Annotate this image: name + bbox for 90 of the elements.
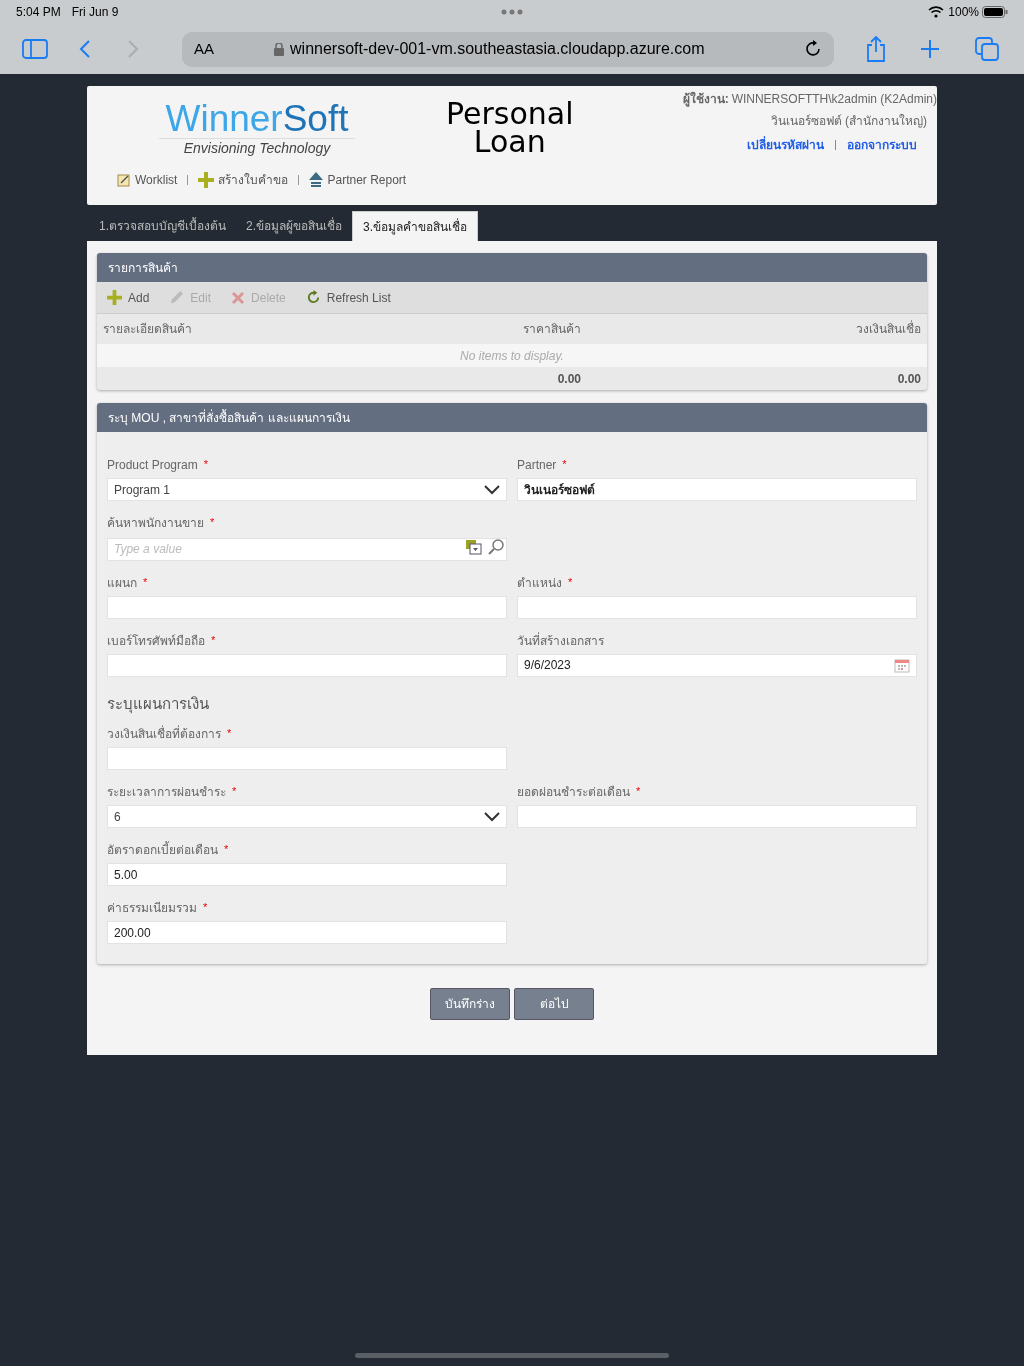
required-mark: * [143,574,148,590]
more-dots-icon [501,9,524,15]
search-icon[interactable] [487,538,505,556]
field-label: แผนก [107,574,137,592]
step-tab[interactable]: 2.ข้อมูลผู้ขอสินเชื่อ [236,211,353,241]
plus-icon [107,290,122,305]
field-label: ค่าธรรมเนียมรวม [107,900,197,917]
chevron-down-icon [484,484,500,495]
field-label: ตำแหน่ง [517,574,562,592]
text-field[interactable] [107,653,507,677]
required-mark: * [210,515,215,530]
required-mark: * [227,726,232,741]
reload-icon[interactable] [804,40,822,58]
share-icon[interactable] [866,36,886,62]
column-header: ราคาสินค้า [522,321,581,338]
dropdown-field[interactable]: 6 [107,805,507,828]
user-label: ผู้ใช้งาน: [682,91,729,107]
chevron-down-icon [484,811,500,822]
lock-icon [274,42,284,56]
text-field[interactable]: วินเนอร์ซอฟต์ [517,478,917,501]
close-icon [231,290,246,305]
lookup-field[interactable]: Type a value [107,537,507,561]
text-field[interactable] [107,595,507,619]
battery-icon [982,6,1008,18]
total-cell-text: 0.00 [896,370,921,388]
header-link[interactable]: เปลี่ยนรหัสผ่าน [747,136,824,154]
text-field[interactable]: 5.00 [107,863,507,886]
list-picker-icon[interactable] [465,539,483,555]
branch-name: วินเนอร์ซอฟต์ (สำนักงานใหญ่) [770,113,928,130]
address-bar[interactable]: AA winnersoft-dev-001-vm.southeastasia.cloudapp.azure.com [182,31,834,67]
required-mark: * [562,457,567,472]
text-field[interactable] [517,805,917,828]
nav-link[interactable]: Worklist [117,171,178,189]
required-mark: * [211,632,216,648]
tabs-icon[interactable] [975,37,999,61]
field-label: Partner [517,457,557,474]
back-icon[interactable] [78,39,92,59]
required-mark: * [568,574,573,590]
notepad-icon [117,173,131,187]
column-header: รายละเอียดสินค้า [103,321,193,338]
toolbar-button[interactable]: Add [107,288,150,307]
required-mark: * [636,784,641,799]
field-label: วงเงินสินเชื่อที่ต้องการ [107,725,221,743]
required-mark: * [232,784,237,799]
empty-message: No items to display. [460,347,564,365]
field-label: Product Program [107,457,198,474]
text-size-button[interactable]: AA [194,37,214,61]
panel-title: ระบุ MOU , สาขาที่สั่งซื้อสินค้า และแผนการเงิน [108,408,350,427]
nav-link[interactable]: Partner Report [309,171,407,189]
required-mark: * [203,900,208,915]
field-label: ระยะเวลาการผ่อนชำระ [107,784,226,801]
sidebar-icon[interactable] [22,39,48,59]
required-mark: * [224,842,229,857]
field-label: อัตราดอกเบี้ยต่อเดือน [107,841,218,859]
refresh-icon [305,290,321,305]
dropdown-field[interactable]: Program 1 [107,478,507,501]
action-button[interactable]: ต่อไป [514,988,594,1020]
nav-link[interactable]: สร้างใบคำขอ [198,171,289,189]
field-label: ยอดผ่อนชำระต่อเดือน [517,784,630,801]
plus-icon[interactable] [920,39,940,59]
pencil-icon [169,290,185,305]
step-tab[interactable]: 3.ข้อมูลคำขอสินเชื่อ [352,211,479,241]
logo: WinnerSoft Envisioning Technology [159,100,355,157]
calendar-icon[interactable] [894,657,910,673]
user-name: WINNERSOFTTH\k2admin (K2Admin) [731,91,937,107]
panel-title: รายการสินค้า [108,259,178,277]
field-label: วันที่สร้างเอกสาร [517,631,604,650]
total-cell-text: 0.00 [556,370,581,388]
forward-icon[interactable] [126,39,140,59]
header-link[interactable]: ออกจากระบบ [847,136,917,154]
status-time: 5:04 PM [16,4,61,21]
section-heading: ระบุแผนการเงิน [107,693,210,715]
step-tab[interactable]: 1.ตรวจสอบบัญชีเบื้องต้น [89,211,236,241]
battery-percent: 100% [948,4,979,21]
wifi-icon [928,6,945,18]
field-label: เบอร์โทรศัพท์มือถือ [107,632,205,650]
page-title: Personal Loan [446,100,574,156]
upload-arrow-icon [309,172,324,188]
text-field[interactable]: 200.00 [107,921,507,944]
toolbar-button[interactable]: Refresh List [305,288,391,307]
required-mark: * [203,457,208,472]
field-label: ค้นหาพนักงานขาย [107,515,204,532]
column-header: วงเงินสินเชื่อ [855,320,921,338]
action-button[interactable]: บันทึกร่าง [430,988,510,1020]
text-field[interactable] [107,747,507,770]
status-date: Fri Jun 9 [71,4,119,21]
plus-icon [198,172,215,188]
url-text: winnersoft-dev-001-vm.southeastasia.cloudapp.azure.com [290,39,705,59]
date-field[interactable]: 9/6/2023 [517,653,917,677]
text-field[interactable] [517,595,917,619]
